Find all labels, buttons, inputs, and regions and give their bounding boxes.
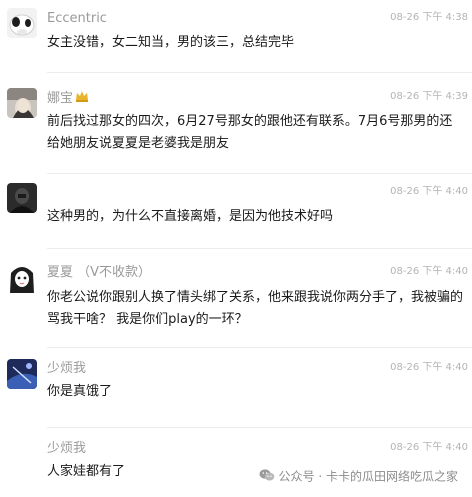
divider <box>47 427 472 428</box>
divider <box>47 173 472 174</box>
avatar[interactable] <box>7 88 37 118</box>
comment-time: 08-26 下午 4:40 <box>390 362 468 373</box>
avatar[interactable] <box>7 8 37 38</box>
comment-author[interactable]: 娜宝 <box>47 90 89 107</box>
comment-text: 你老公说你跟别人换了情头绑了关系，他来跟我说你两分手了，我被骗的骂我干啥？ 我是… <box>47 290 464 327</box>
avatar[interactable] <box>7 359 37 389</box>
watermark: 公众号 · 卡卡的瓜田网络吃瓜之家 <box>259 468 458 486</box>
author-name[interactable]: 娜宝 <box>47 91 73 106</box>
comment-time: 08-26 下午 4:38 <box>390 12 468 23</box>
comment-time: 08-26 下午 4:40 <box>390 442 468 453</box>
avatar[interactable] <box>7 263 37 293</box>
comment-text: 你是真饿了 <box>47 384 113 399</box>
avatar-image <box>7 88 37 118</box>
comment-text: 这种男的，为什么不直接离婚，是因为他技术好吗 <box>47 209 334 224</box>
wechat-icon <box>259 468 275 486</box>
watermark-text: 公众号 · 卡卡的瓜田网络吃瓜之家 <box>278 469 458 484</box>
comment-time: 08-26 下午 4:40 <box>390 186 468 197</box>
comment-time: 08-26 下午 4:39 <box>390 91 468 102</box>
avatar-image <box>7 263 37 293</box>
divider <box>47 72 472 73</box>
divider <box>47 248 472 249</box>
comment-time: 08-26 下午 4:40 <box>390 266 468 277</box>
comment-text: 前后找过那女的四次，6月27号那女的跟他还有联系。7月6号那男的还给她朋友说夏夏… <box>47 114 453 151</box>
crown-icon <box>75 90 89 107</box>
avatar-image <box>7 183 37 213</box>
comment-author[interactable]: 少烦我 <box>47 361 86 377</box>
avatar-image <box>7 8 37 38</box>
comment-author[interactable]: 少烦我 <box>47 441 86 457</box>
comment-author[interactable]: 夏夏 （V不收款） <box>47 265 151 281</box>
divider <box>47 347 472 348</box>
avatar-image <box>7 359 37 389</box>
comment-author[interactable]: Eccentric <box>47 11 107 27</box>
avatar[interactable] <box>7 183 37 213</box>
comment-text: 女主没错，女二知当，男的该三，总结完毕 <box>47 35 295 50</box>
